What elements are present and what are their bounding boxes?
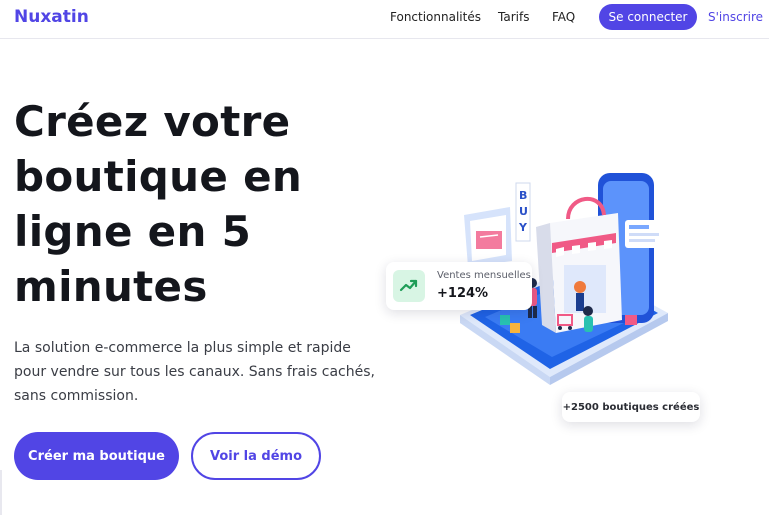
divider: [0, 470, 2, 515]
signup-link[interactable]: S'inscrire: [708, 10, 763, 24]
monthly-sales-card: Ventes mensuelles +124%: [386, 262, 532, 310]
sales-value: +124%: [437, 286, 489, 301]
login-button[interactable]: Se connecter: [599, 4, 697, 30]
nav-pricing[interactable]: Tarifs: [498, 10, 529, 24]
stores-created-card: +2500 boutiques créées: [562, 392, 700, 422]
buy-sign: B U Y: [515, 182, 531, 242]
hero-subtitle: La solution e-commerce la plus simple et…: [14, 340, 375, 404]
trend-icon-box: [393, 270, 425, 302]
hero-title: Créez votre boutique en ligne en 5 minut…: [14, 97, 303, 311]
top-navigation: Nuxatin Fonctionnalités Tarifs FAQ Se co…: [0, 0, 769, 39]
trending-up-icon: [399, 279, 418, 292]
logo[interactable]: Nuxatin: [14, 7, 89, 27]
create-store-button[interactable]: Créer ma boutique: [14, 432, 179, 480]
nav-features[interactable]: Fonctionnalités: [390, 10, 481, 24]
sales-label: Ventes mensuelles: [437, 270, 531, 281]
svg-text:B: B: [519, 189, 527, 202]
svg-text:U: U: [519, 205, 528, 218]
view-demo-button[interactable]: Voir la démo: [191, 432, 321, 480]
nav-faq[interactable]: FAQ: [552, 10, 575, 24]
svg-text:Y: Y: [518, 221, 528, 234]
store-bag: [536, 197, 622, 333]
stores-created-text: +2500 boutiques créées: [562, 401, 700, 413]
cart-shelf: [464, 207, 512, 267]
